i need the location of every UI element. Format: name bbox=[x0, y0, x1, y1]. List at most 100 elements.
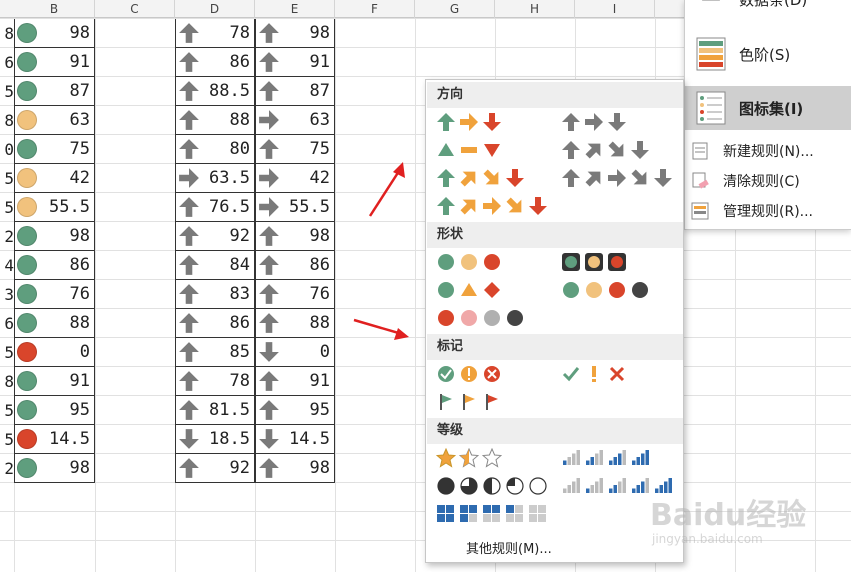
column-header-i[interactable]: I bbox=[575, 0, 655, 18]
icon-set-option[interactable] bbox=[436, 362, 502, 386]
cell-d[interactable]: 86 bbox=[175, 48, 255, 77]
icon-set-option[interactable] bbox=[436, 250, 502, 274]
cell-e[interactable]: 91 bbox=[255, 48, 335, 77]
circle-icon bbox=[584, 280, 604, 300]
cell-b[interactable]: 42 bbox=[14, 164, 95, 193]
cell-d[interactable]: 86 bbox=[175, 309, 255, 338]
cell-b[interactable]: 0 bbox=[14, 338, 95, 367]
cell-b[interactable]: 63 bbox=[14, 106, 95, 135]
cell-b[interactable]: 98 bbox=[14, 222, 95, 251]
icon-set-option[interactable] bbox=[561, 250, 627, 274]
row-edge-label: 5 bbox=[4, 198, 14, 217]
cell-b[interactable]: 91 bbox=[14, 367, 95, 396]
cell-d[interactable]: 78 bbox=[175, 19, 255, 48]
column-header-e[interactable]: E bbox=[255, 0, 335, 18]
cell-value: 98 bbox=[309, 23, 330, 43]
boxcircle-icon bbox=[584, 252, 604, 272]
icon-sets-item[interactable]: 图标集(I) bbox=[685, 86, 851, 130]
cell-d[interactable]: 78 bbox=[175, 367, 255, 396]
cell-d[interactable]: 80 bbox=[175, 135, 255, 164]
clear-rules-item[interactable]: 清除规则(C) bbox=[685, 167, 851, 195]
bang-circle-icon bbox=[459, 364, 479, 384]
cell-b[interactable]: 98 bbox=[14, 454, 95, 483]
column-header-c[interactable]: C bbox=[95, 0, 175, 18]
cell-b[interactable]: 55.5 bbox=[14, 193, 95, 222]
cell-value: 91 bbox=[309, 371, 330, 391]
new-rule-item[interactable]: 新建规则(N)... bbox=[685, 137, 851, 165]
cell-d[interactable]: 18.5 bbox=[175, 425, 255, 454]
cell-d[interactable]: 88 bbox=[175, 106, 255, 135]
icon-set-option[interactable] bbox=[561, 110, 627, 134]
column-header-f[interactable]: F bbox=[335, 0, 415, 18]
cell-d[interactable]: 81.5 bbox=[175, 396, 255, 425]
icon-set-option[interactable] bbox=[436, 502, 548, 526]
cell-d[interactable]: 84 bbox=[175, 251, 255, 280]
cell-d[interactable]: 76.5 bbox=[175, 193, 255, 222]
cell-value: 55.5 bbox=[49, 197, 90, 217]
cell-b[interactable]: 87 bbox=[14, 77, 95, 106]
cell-d[interactable]: 63.5 bbox=[175, 164, 255, 193]
column-header-b[interactable]: B bbox=[14, 0, 95, 18]
arrow-down-icon bbox=[607, 112, 627, 132]
icon-set-option[interactable] bbox=[436, 474, 548, 498]
icon-set-option[interactable] bbox=[436, 446, 502, 470]
cell-e[interactable]: 86 bbox=[255, 251, 335, 280]
icon-set-option[interactable] bbox=[436, 138, 502, 162]
cell-value: 95 bbox=[309, 400, 330, 420]
icon-set-option[interactable] bbox=[436, 390, 502, 414]
column-header-h[interactable]: H bbox=[495, 0, 575, 18]
icon-set-option[interactable] bbox=[436, 166, 525, 190]
cell-d[interactable]: 92 bbox=[175, 222, 255, 251]
icon-set-option[interactable] bbox=[561, 166, 673, 190]
other-rules-link[interactable]: 其他规则(M)... bbox=[466, 538, 552, 557]
cell-e[interactable]: 88 bbox=[255, 309, 335, 338]
column-header-g[interactable]: G bbox=[415, 0, 495, 18]
cell-b[interactable]: 75 bbox=[14, 135, 95, 164]
cell-e[interactable]: 42 bbox=[255, 164, 335, 193]
cell-e[interactable]: 0 bbox=[255, 338, 335, 367]
icon-set-option[interactable] bbox=[436, 306, 525, 330]
column-header-d[interactable]: D bbox=[175, 0, 255, 18]
yellow-circle-icon bbox=[17, 197, 37, 217]
cell-e[interactable]: 14.5 bbox=[255, 425, 335, 454]
cell-e[interactable]: 98 bbox=[255, 222, 335, 251]
icon-set-option[interactable] bbox=[561, 138, 650, 162]
cell-b[interactable]: 95 bbox=[14, 396, 95, 425]
cell-e[interactable]: 87 bbox=[255, 77, 335, 106]
cell-b[interactable]: 14.5 bbox=[14, 425, 95, 454]
pie-1-icon bbox=[505, 476, 525, 496]
cell-d[interactable]: 88.5 bbox=[175, 77, 255, 106]
cell-b[interactable]: 86 bbox=[14, 251, 95, 280]
cell-b[interactable]: 76 bbox=[14, 280, 95, 309]
grid-column-line bbox=[95, 18, 96, 572]
icon-set-option[interactable] bbox=[561, 446, 650, 470]
cell-e[interactable]: 75 bbox=[255, 135, 335, 164]
icon-set-option[interactable] bbox=[436, 278, 502, 302]
cell-e[interactable]: 91 bbox=[255, 367, 335, 396]
cell-d[interactable]: 85 bbox=[175, 338, 255, 367]
data-bars-icon bbox=[702, 0, 720, 1]
arrow-up-icon bbox=[258, 225, 280, 247]
cell-e[interactable]: 95 bbox=[255, 396, 335, 425]
arrow-up-icon bbox=[561, 168, 581, 188]
cell-e[interactable]: 76 bbox=[255, 280, 335, 309]
cell-e[interactable]: 98 bbox=[255, 454, 335, 483]
icon-set-option[interactable] bbox=[436, 110, 502, 134]
cell-b[interactable]: 98 bbox=[14, 19, 95, 48]
icon-set-option[interactable] bbox=[561, 278, 650, 302]
arrow-right-icon bbox=[258, 109, 280, 131]
cell-d[interactable]: 83 bbox=[175, 280, 255, 309]
cell-e[interactable]: 63 bbox=[255, 106, 335, 135]
color-scale-item[interactable]: 色阶(S) bbox=[685, 32, 851, 76]
row-edge-label: 5 bbox=[4, 169, 14, 188]
cell-b[interactable]: 88 bbox=[14, 309, 95, 338]
bars-4-icon bbox=[630, 448, 650, 468]
cell-b[interactable]: 91 bbox=[14, 48, 95, 77]
data-bars-item[interactable]: 数据条(D) bbox=[685, 0, 851, 10]
manage-rules-item[interactable]: 管理规则(R)... bbox=[685, 197, 851, 225]
icon-set-option[interactable] bbox=[561, 362, 627, 386]
cell-e[interactable]: 55.5 bbox=[255, 193, 335, 222]
icon-set-option[interactable] bbox=[436, 194, 548, 218]
cell-d[interactable]: 92 bbox=[175, 454, 255, 483]
cell-e[interactable]: 98 bbox=[255, 19, 335, 48]
